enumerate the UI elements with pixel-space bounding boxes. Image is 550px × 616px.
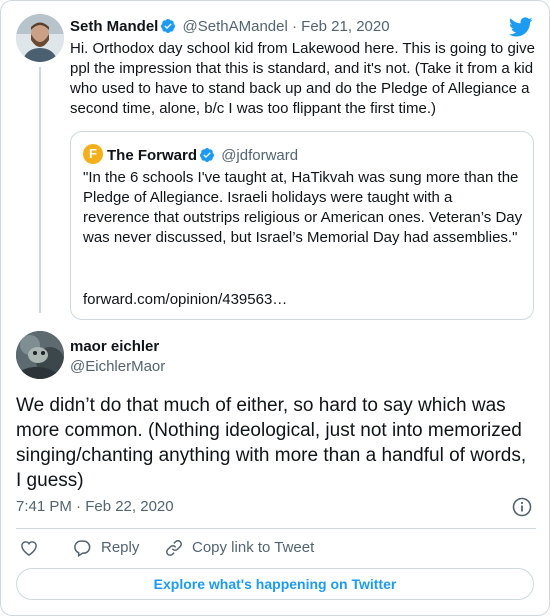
avatar-seth-mandel[interactable] <box>16 14 64 62</box>
main-tweet-timestamp[interactable]: 7:41 PM · Feb 22, 2020 <box>16 497 174 517</box>
forward-logo-avatar[interactable]: F <box>83 144 103 164</box>
reply-label: Reply <box>101 539 140 556</box>
main-tweet-text: We didn’t do that much of either, so har… <box>16 395 527 491</box>
author-name[interactable]: Seth Mandel <box>70 18 158 35</box>
parent-tweet-text: Hi. Orthodox day school kid from Lakewoo… <box>70 40 535 117</box>
info-icon[interactable] <box>512 497 532 517</box>
link-icon <box>166 540 182 556</box>
main-author-handle[interactable]: @EichlerMaor <box>70 357 165 377</box>
separator-dot: · <box>292 18 297 35</box>
verified-badge-icon <box>200 148 215 162</box>
quoted-author-name[interactable]: The Forward <box>107 147 197 164</box>
tweet-embed-card: Seth Mandel @SethAMandel · Feb 21, 2020 … <box>0 0 550 616</box>
quoted-author-handle[interactable]: @jdforward <box>221 147 298 164</box>
forward-logo-letter: F <box>89 146 97 161</box>
author-handle[interactable]: @SethAMandel <box>183 18 288 35</box>
heart-icon <box>21 541 37 556</box>
parent-tweet-header: Seth Mandel @SethAMandel · Feb 21, 2020 <box>70 17 390 37</box>
quoted-tweet-link[interactable]: forward.com/opinion/439563… <box>83 290 287 310</box>
like-button[interactable] <box>19 538 41 558</box>
main-author-name[interactable]: maor eichler <box>70 337 159 357</box>
avatar-maor-eichler[interactable] <box>16 331 64 379</box>
divider <box>16 528 536 529</box>
copy-link-label: Copy link to Tweet <box>192 539 315 556</box>
verified-badge-icon <box>161 19 176 33</box>
thread-connector-line <box>39 67 41 313</box>
reply-button[interactable]: Reply <box>72 538 152 558</box>
quoted-tweet-card[interactable]: F The Forward @jdforward "In the 6 school… <box>70 131 534 320</box>
tweet-date[interactable]: Feb 21, 2020 <box>301 18 389 35</box>
explore-twitter-button[interactable]: Explore what's happening on Twitter <box>16 568 534 600</box>
quoted-tweet-header: F The Forward @jdforward <box>83 144 298 166</box>
twitter-bird-icon[interactable] <box>508 15 533 39</box>
quoted-tweet-text: "In the 6 schools I've taught at, HaTikv… <box>83 169 523 246</box>
copy-link-button[interactable]: Copy link to Tweet <box>164 538 334 558</box>
speech-bubble-icon <box>74 540 91 558</box>
